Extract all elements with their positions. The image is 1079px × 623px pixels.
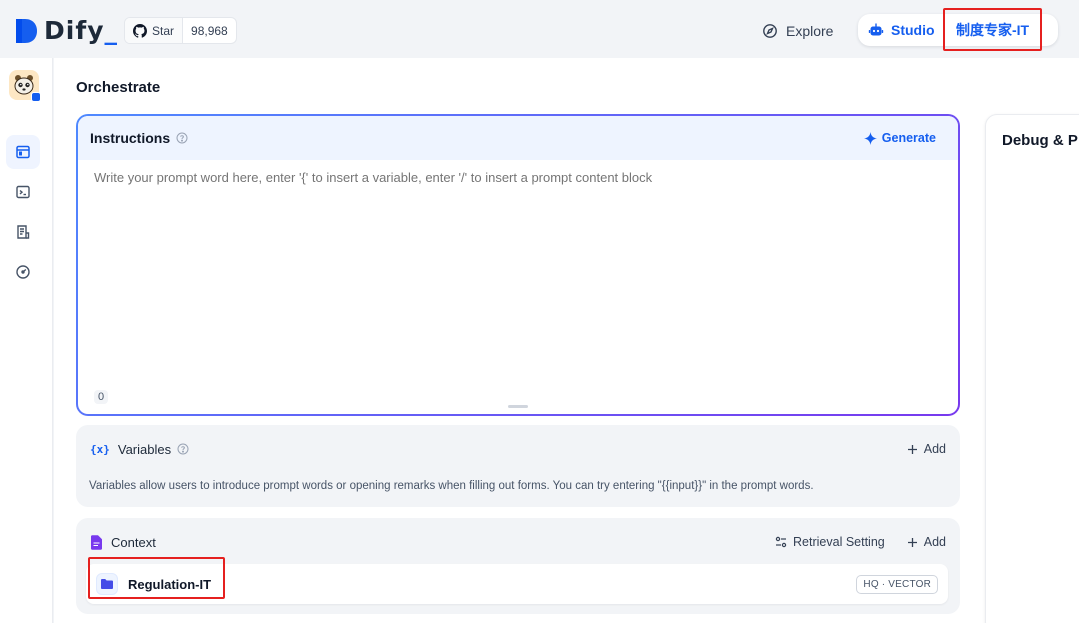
resize-handle[interactable] (508, 405, 528, 408)
github-star-count[interactable]: 98,968 (183, 18, 236, 43)
app-avatar[interactable] (9, 70, 41, 102)
app-type-badge (31, 92, 41, 102)
logo-cursor: _ (104, 16, 118, 45)
context-panel: Context Retrieval Setting Add Regulation… (76, 518, 960, 614)
log-document-icon (17, 225, 30, 239)
variables-title: Variables (117, 441, 172, 457)
debug-preview-panel: Debug & P (985, 114, 1079, 623)
prompt-input[interactable] (94, 170, 934, 185)
knowledge-index-tag: HQ · VECTOR (856, 574, 938, 594)
folder-icon (101, 579, 113, 589)
context-header: Context Retrieval Setting Add (76, 518, 960, 566)
variables-header: {x} Variables Add (76, 425, 960, 473)
knowledge-item[interactable]: Regulation-IT HQ · VECTOR (86, 564, 948, 604)
plus-icon (907, 444, 917, 454)
retrieval-setting-label: Retrieval Setting (793, 535, 885, 549)
nav-explore[interactable]: Explore (756, 17, 839, 44)
sidebar-item-monitoring[interactable] (6, 255, 40, 289)
sparkle-icon (863, 131, 877, 145)
github-star-badge[interactable]: Star 98,968 (124, 17, 237, 44)
terminal-icon (16, 185, 30, 199)
question-circle-icon[interactable] (176, 132, 188, 144)
nav-studio-label: Studio (891, 22, 935, 38)
variables-description: Variables allow users to introduce promp… (89, 480, 814, 492)
dify-logo[interactable]: Dify_ (14, 16, 118, 45)
top-header: Dify_ Star 98,968 Explore Studio 制度专家-IT (0, 0, 1079, 58)
generate-button[interactable]: Generate (863, 131, 946, 145)
variable-icon: {x} (90, 442, 110, 456)
main-content: Orchestrate Instructions Generate 0 {x} … (54, 58, 1079, 623)
sidebar-item-api[interactable] (6, 175, 40, 209)
variables-panel: {x} Variables Add Variables allow users … (76, 425, 960, 507)
settings-sliders-icon (775, 536, 787, 548)
instructions-panel: Instructions Generate 0 (76, 114, 960, 416)
github-icon (133, 23, 147, 38)
robot-icon (868, 23, 884, 36)
knowledge-name: Regulation-IT (128, 576, 212, 592)
logo-text: Dify (44, 16, 105, 45)
add-knowledge-button[interactable]: Add (907, 535, 946, 549)
question-circle-icon[interactable] (177, 443, 189, 455)
instructions-header: Instructions Generate (78, 116, 958, 160)
compass-icon (763, 23, 777, 38)
nav-studio[interactable]: Studio (868, 18, 935, 42)
debug-panel-title: Debug & P (1002, 132, 1078, 149)
generate-label: Generate (881, 131, 936, 145)
plus-icon (907, 537, 917, 547)
page-title: Orchestrate (76, 79, 161, 96)
instructions-title: Instructions (90, 130, 171, 146)
kb-icon-wrap (96, 573, 118, 595)
add-knowledge-label: Add (923, 535, 946, 549)
layout-icon (16, 145, 30, 159)
gauge-icon (16, 265, 30, 279)
document-icon (91, 534, 102, 550)
context-title: Context (111, 534, 156, 550)
app-sidebar (0, 58, 53, 623)
add-variable-label: Add (923, 442, 946, 456)
sidebar-item-logs[interactable] (6, 215, 40, 249)
add-variable-button[interactable]: Add (907, 442, 946, 456)
sidebar-item-orchestrate[interactable] (6, 135, 40, 169)
char-count: 0 (94, 390, 109, 404)
retrieval-setting-button[interactable]: Retrieval Setting (775, 535, 885, 549)
github-star-label: Star (152, 23, 175, 38)
dify-logo-icon (16, 18, 37, 43)
nav-explore-label: Explore (786, 22, 834, 39)
github-star-button[interactable]: Star (125, 18, 184, 43)
current-app-selector[interactable]: 制度专家-IT (956, 20, 1029, 40)
